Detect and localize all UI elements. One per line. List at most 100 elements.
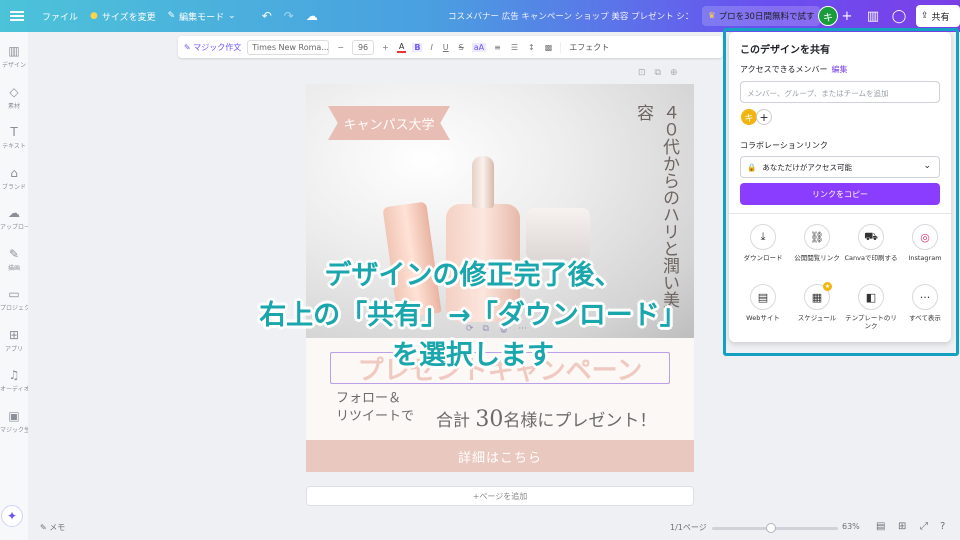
edit-mode-dropdown[interactable]: ✎ 編集モード ⌄ <box>162 10 242 23</box>
duplicate-page-icon[interactable]: ⧉ <box>655 68 661 78</box>
share-option-public-link[interactable]: ⛓ 公開閲覧リンク <box>790 224 844 262</box>
magic-write-label: マジック作文 <box>193 42 242 52</box>
effects-button[interactable]: エフェクト <box>560 41 609 53</box>
document-title[interactable]: コスメバナー 広告 キャンペーン ショップ 美容 プレゼント シン... <box>448 10 688 22</box>
share-option-instagram[interactable]: ◎ Instagram <box>898 224 952 262</box>
lock-icon: 🔒 <box>747 162 757 172</box>
plus-icon[interactable]: + <box>838 7 856 25</box>
bottom-bar: ✎ メモ 1/1ページ 63% ▤ ⊞ ⤢ ? <box>28 516 960 540</box>
instruction-caption: デザインの修正完了後、 右上の「共有」→「ダウンロード」 を選択します <box>190 256 756 376</box>
resize-button[interactable]: ● サイズを変更 <box>84 10 162 23</box>
magic-sparkle-icon[interactable]: ✦ <box>1 505 23 527</box>
transparency-icon[interactable]: ▩ <box>543 43 555 52</box>
sidebar-item-7[interactable]: ⊞ アプリ <box>0 328 28 353</box>
website-icon-glyph: ▤ <box>757 290 769 304</box>
font-size-increase[interactable]: + <box>380 43 391 52</box>
sidebar-item-5[interactable]: ✎ 描画 <box>0 247 28 272</box>
link-icon-glyph: ⛓ <box>810 230 824 244</box>
file-menu-label: ファイル <box>42 12 79 23</box>
font-size-input[interactable]: 96 <box>351 39 375 55</box>
share-option-template-link[interactable]: ◧ テンプレートのリンク <box>844 284 898 330</box>
sidebar-item-label: アップロード <box>0 224 28 231</box>
resize-label: サイズを変更 <box>101 12 156 23</box>
add-member-input[interactable]: メンバー、グループ、またはチームを追加 <box>740 81 940 103</box>
brand-ribbon[interactable]: キャンパス大学 <box>328 106 450 140</box>
edit-members-link[interactable]: 編集 <box>831 65 847 74</box>
sidebar-item-0[interactable]: ▥ デザイン <box>0 44 28 69</box>
comment-icon[interactable]: ◯ <box>890 7 908 25</box>
analytics-icon[interactable]: ▥ <box>864 7 882 25</box>
crown-icon: ● <box>90 11 98 21</box>
add-page-button[interactable]: +ページを追加 <box>306 486 694 506</box>
sidebar-item-6[interactable]: ▭ プロジェクト <box>0 287 28 312</box>
menu-icon[interactable] <box>10 11 24 21</box>
add-member-plus-icon[interactable]: + <box>756 109 772 125</box>
apps-icon: ⊞ <box>8 327 20 342</box>
share-option-show-all[interactable]: ··· すべて表示 <box>898 284 952 322</box>
elements-icon: ◇ <box>9 84 19 99</box>
instagram-icon-glyph: ◎ <box>920 230 930 244</box>
font-selector[interactable]: Times New Roma... <box>247 39 330 55</box>
user-avatar[interactable]: キ <box>818 6 838 26</box>
member-avatar[interactable]: キ <box>741 109 757 125</box>
redo-icon[interactable]: ↷ <box>278 9 300 23</box>
template-icon: ◧ <box>858 284 884 310</box>
sidebar-item-3[interactable]: ⌂ ブランド <box>0 166 28 191</box>
share-option-print[interactable]: ⛟ Canvaで印刷する <box>844 224 898 262</box>
magic-write-button[interactable]: ✎ マジック作文 <box>184 42 241 53</box>
help-icon[interactable]: ? <box>940 521 945 532</box>
italic-icon[interactable]: I <box>428 43 434 52</box>
zoom-level[interactable]: 63% <box>842 522 860 531</box>
share-option-schedule[interactable]: ▦ ★ スケジュール <box>790 282 844 322</box>
truck-icon-glyph: ⛟ <box>864 229 878 243</box>
calendar-icon: ▦ ★ <box>804 282 832 310</box>
share-label: 共有 <box>931 12 950 23</box>
grid-view-icon[interactable]: ▤ <box>876 521 885 532</box>
sidebar-item-4[interactable]: ☁ アップロード <box>0 206 28 231</box>
notes-button[interactable]: ✎ メモ <box>40 522 65 533</box>
follow-text[interactable]: フォロー＆ リツイートで <box>336 390 414 426</box>
details-banner[interactable]: 詳細はこちら <box>306 440 694 472</box>
file-menu[interactable]: ファイル <box>36 10 84 23</box>
thumbnail-view-icon[interactable]: ⊞ <box>898 521 906 532</box>
sidebar-item-label: マジック生成 <box>0 426 28 434</box>
share-button[interactable]: ⇪ 共有 <box>916 5 960 27</box>
sidebar-item-label: アプリ <box>4 345 23 353</box>
align-icon[interactable]: ≡ <box>492 43 503 52</box>
crown-icon: ♛ <box>708 11 716 21</box>
zoom-slider-handle[interactable] <box>766 523 776 533</box>
audio-icon: ♫ <box>8 368 20 382</box>
copy-link-button[interactable]: リンクをコピー <box>740 183 940 205</box>
caption-line-1: デザインの修正完了後、 <box>324 260 622 291</box>
template-icon-glyph: ◧ <box>865 290 877 304</box>
access-level-select[interactable]: 🔒 あなただけがアクセス可能 ⌄ <box>740 156 940 178</box>
page-count[interactable]: 1/1ページ <box>670 522 707 533</box>
sidebar-item-2[interactable]: T テキスト <box>0 125 28 150</box>
lock-icon[interactable]: ⊡ <box>638 68 646 78</box>
pencil-icon: ✎ <box>167 11 176 21</box>
sidebar-item-label: 素材 <box>7 102 20 110</box>
list-icon[interactable]: ☰ <box>509 43 520 52</box>
sidebar-item-label: プロジェクト <box>0 305 28 312</box>
undo-icon[interactable]: ↶ <box>256 9 278 23</box>
add-page-icon[interactable]: ⊕ <box>670 68 678 78</box>
share-option-label: Instagram <box>908 254 942 262</box>
pro-trial-button[interactable]: ♛ プロを30日間無料で試す <box>702 6 821 26</box>
present-prefix: 合計 <box>436 411 470 431</box>
case-icon[interactable]: aA <box>471 42 487 52</box>
sidebar-item-9[interactable]: ▣ マジック生成 <box>0 409 28 434</box>
fullscreen-icon[interactable]: ⤢ <box>920 521 928 532</box>
bold-icon[interactable]: B <box>412 42 423 52</box>
font-size-decrease[interactable]: − <box>335 43 346 52</box>
underline-icon[interactable]: U <box>441 43 451 52</box>
spacing-icon[interactable]: ↕ <box>526 43 537 52</box>
text-color-icon[interactable]: A <box>396 42 407 53</box>
sidebar-item-8[interactable]: ♫ オーディオ <box>0 368 28 393</box>
strikethrough-icon[interactable]: S <box>457 43 466 52</box>
panel-divider <box>729 213 951 214</box>
page-tools: ⊡ ⧉ ⊕ <box>638 68 678 78</box>
download-icon: ⤓ <box>750 224 776 250</box>
sidebar-item-label: 描画 <box>7 264 20 272</box>
present-text[interactable]: 合計 30名様にプレゼント！ <box>436 406 656 432</box>
sidebar-item-1[interactable]: ◇ 素材 <box>0 85 28 110</box>
